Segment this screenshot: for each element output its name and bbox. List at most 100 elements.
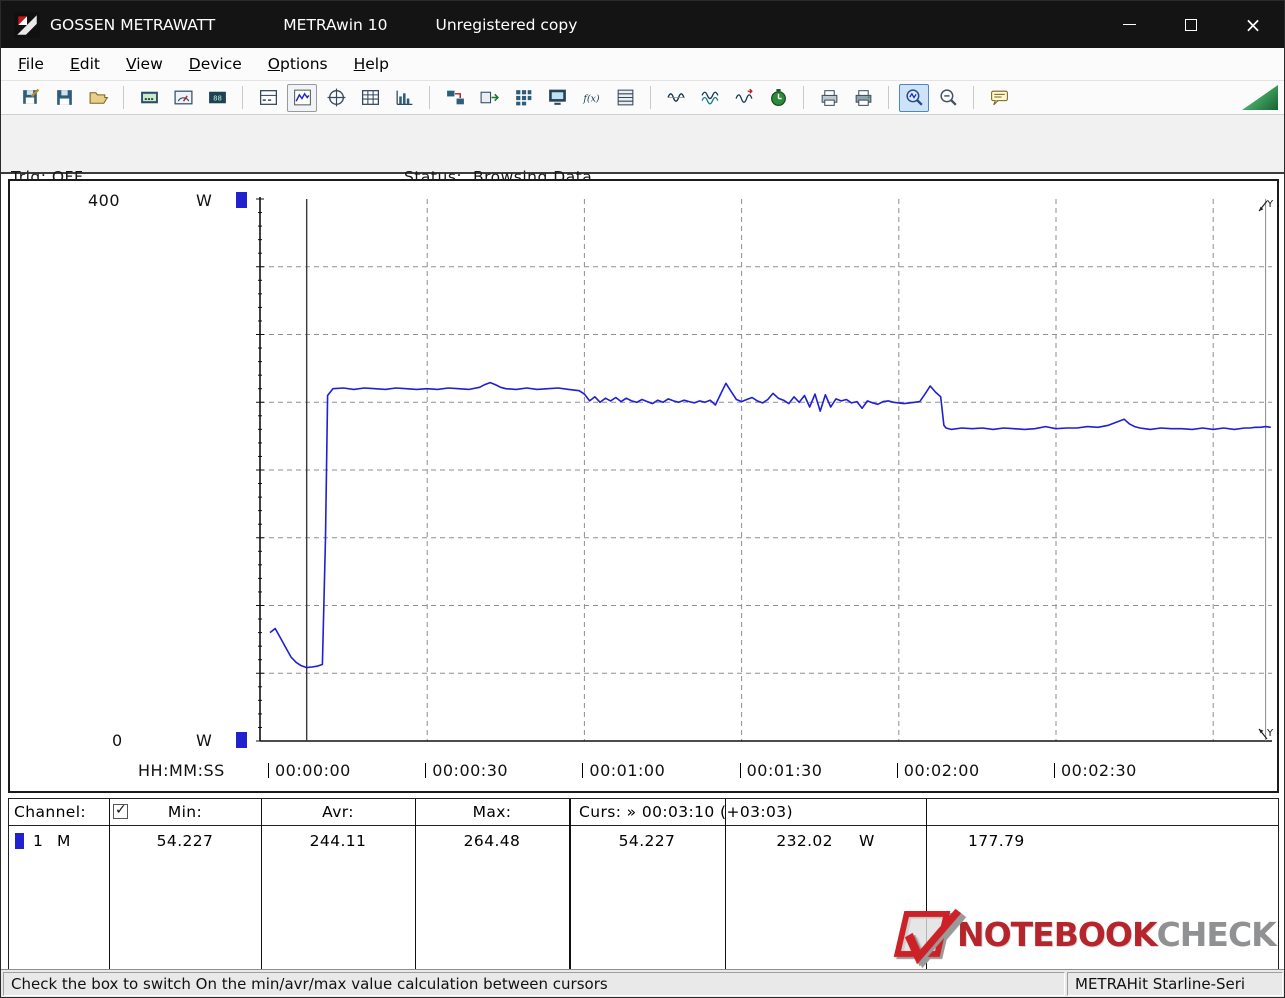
menu-view[interactable]: View bbox=[113, 50, 176, 78]
ripple-signal-icon bbox=[734, 88, 753, 103]
maximize-button[interactable] bbox=[1160, 1, 1222, 48]
titlebar-unregistered-note: Unregistered copy bbox=[435, 15, 578, 34]
x-tick-mark bbox=[425, 763, 427, 778]
y-max-marker[interactable] bbox=[236, 192, 247, 208]
x-tick-mark bbox=[896, 763, 898, 778]
x-tick-label: 00:01:30 bbox=[739, 761, 823, 780]
notebookcheck-check-icon bbox=[893, 908, 964, 967]
trend-chart[interactable] bbox=[256, 195, 1274, 745]
svg-text:Y: Y bbox=[1266, 199, 1274, 210]
app-logo-icon bbox=[14, 11, 40, 38]
channel-matrix-button[interactable] bbox=[508, 84, 538, 112]
zoom-out-icon bbox=[939, 89, 957, 106]
x-tick-time: 00:02:00 bbox=[903, 761, 980, 780]
cursor1-value: 54.227 bbox=[618, 832, 676, 850]
table-divider bbox=[725, 799, 726, 969]
save-button[interactable] bbox=[49, 84, 79, 112]
zoom-mode-button[interactable] bbox=[899, 83, 929, 112]
table-divider bbox=[569, 799, 571, 969]
menu-label: File bbox=[18, 55, 44, 73]
memory-read-button[interactable] bbox=[610, 84, 640, 112]
device-connect-button[interactable] bbox=[440, 84, 470, 112]
digital-display-icon: 88 bbox=[208, 91, 226, 104]
window-controls: × bbox=[1098, 1, 1284, 48]
status-panel: Trig: OFF Chan: 123456789 Status: Browsi… bbox=[1, 114, 1284, 252]
histogram-view-button[interactable] bbox=[389, 84, 419, 112]
zoom-out-button[interactable] bbox=[933, 84, 963, 112]
cursor-delta-value: 177.79 bbox=[968, 832, 1025, 850]
x-tick-time: 00:00:30 bbox=[432, 761, 509, 780]
toolbar-separator bbox=[429, 86, 430, 109]
x-tick-mark bbox=[739, 763, 741, 778]
x-tick-time: 00:01:00 bbox=[589, 761, 666, 780]
meter-display-button[interactable] bbox=[168, 84, 198, 112]
xy-cursor-view-icon bbox=[327, 88, 345, 107]
save-setup-icon bbox=[22, 88, 39, 104]
menu-options[interactable]: Options bbox=[255, 50, 341, 78]
print-preview-icon bbox=[821, 90, 837, 106]
save-setup-button[interactable] bbox=[15, 84, 45, 112]
trend-view-icon bbox=[293, 89, 311, 106]
channel-mode: M bbox=[57, 832, 71, 850]
metrawin-window: GOSSEN METRAWATT METRAwin 10 Unregistere… bbox=[0, 0, 1285, 998]
menu-help[interactable]: Help bbox=[341, 50, 402, 78]
table-divider bbox=[261, 799, 262, 969]
table-view-button[interactable] bbox=[355, 84, 385, 112]
close-icon: × bbox=[1244, 12, 1262, 37]
chart-panel: 400 W 0 W Y Y HH:MM:SS 00:00:00 00:00:30 0… bbox=[8, 179, 1279, 793]
cursor-handle-top[interactable]: Y bbox=[1256, 195, 1276, 215]
svg-text:Y: Y bbox=[1266, 728, 1274, 739]
interval-timer-icon bbox=[770, 89, 786, 107]
x-axis-title: HH:MM:SS bbox=[138, 761, 225, 780]
print-preview-button[interactable] bbox=[814, 84, 844, 112]
xy-cursor-view-button[interactable] bbox=[321, 84, 351, 112]
ripple-signal-button[interactable] bbox=[729, 84, 759, 112]
x-tick-mark bbox=[582, 763, 584, 778]
cursor-handle-bottom[interactable]: Y bbox=[1256, 725, 1276, 745]
table-header-divider bbox=[9, 825, 1278, 826]
menu-device[interactable]: Device bbox=[176, 50, 255, 78]
interval-timer-button[interactable] bbox=[763, 84, 793, 112]
x-tick-mark bbox=[268, 763, 269, 778]
close-button[interactable]: × bbox=[1222, 1, 1284, 48]
menu-label: Device bbox=[188, 55, 242, 73]
histogram-view-icon bbox=[396, 90, 412, 105]
toolbar-separator bbox=[973, 86, 974, 109]
open-file-button[interactable] bbox=[83, 84, 113, 112]
menu-file[interactable]: File bbox=[5, 50, 57, 78]
min-value: 54.227 bbox=[156, 832, 214, 850]
x-tick-label: 00:02:00 bbox=[896, 761, 980, 780]
column-header-cursors: Curs: » 00:03:10 (+03:03) bbox=[579, 803, 793, 821]
statusbar: Check the box to switch On the min/avr/m… bbox=[1, 969, 1284, 997]
digital-display-button[interactable]: 88 bbox=[202, 84, 232, 112]
table-divider bbox=[415, 799, 416, 969]
device-send-button[interactable] bbox=[474, 84, 504, 112]
menu-edit[interactable]: Edit bbox=[57, 50, 113, 78]
toolbar-separator bbox=[650, 86, 651, 109]
print-button[interactable] bbox=[848, 84, 878, 112]
menu-label: Options bbox=[267, 55, 328, 73]
y-axis-unit-label-bottom: W bbox=[196, 731, 213, 750]
titlebar-brand: GOSSEN METRAWATT bbox=[50, 15, 216, 34]
ac-signal-button[interactable] bbox=[661, 84, 691, 112]
monitor-view-button[interactable] bbox=[542, 84, 572, 112]
x-axis-labels: HH:MM:SS 00:00:00 00:00:30 00:01:00 00:01:3… bbox=[10, 759, 1277, 783]
watermark-text-secondary: CHECK bbox=[1156, 914, 1277, 954]
y-min-marker[interactable] bbox=[236, 732, 247, 748]
envelope-signal-icon bbox=[700, 91, 718, 105]
toolbar-separator bbox=[803, 86, 804, 109]
annotation-button[interactable] bbox=[984, 84, 1014, 112]
menu-label: Edit bbox=[69, 55, 100, 73]
zoom-mode-icon bbox=[905, 89, 923, 106]
trend-view-button[interactable] bbox=[287, 83, 317, 112]
x-tick-time: 00:02:30 bbox=[1061, 761, 1137, 780]
minimize-button[interactable] bbox=[1098, 1, 1160, 48]
statusbar-message: Check the box to switch On the min/avr/m… bbox=[11, 975, 608, 993]
avr-value: 244.11 bbox=[309, 832, 367, 850]
envelope-signal-button[interactable] bbox=[695, 84, 725, 112]
menubar: File Edit View Device Options Help bbox=[1, 48, 1284, 80]
formula-button[interactable]: f(x) bbox=[576, 84, 606, 112]
lcd-display-button[interactable] bbox=[134, 84, 164, 112]
numeric-panel-button[interactable] bbox=[253, 84, 283, 112]
save-icon bbox=[56, 90, 72, 105]
